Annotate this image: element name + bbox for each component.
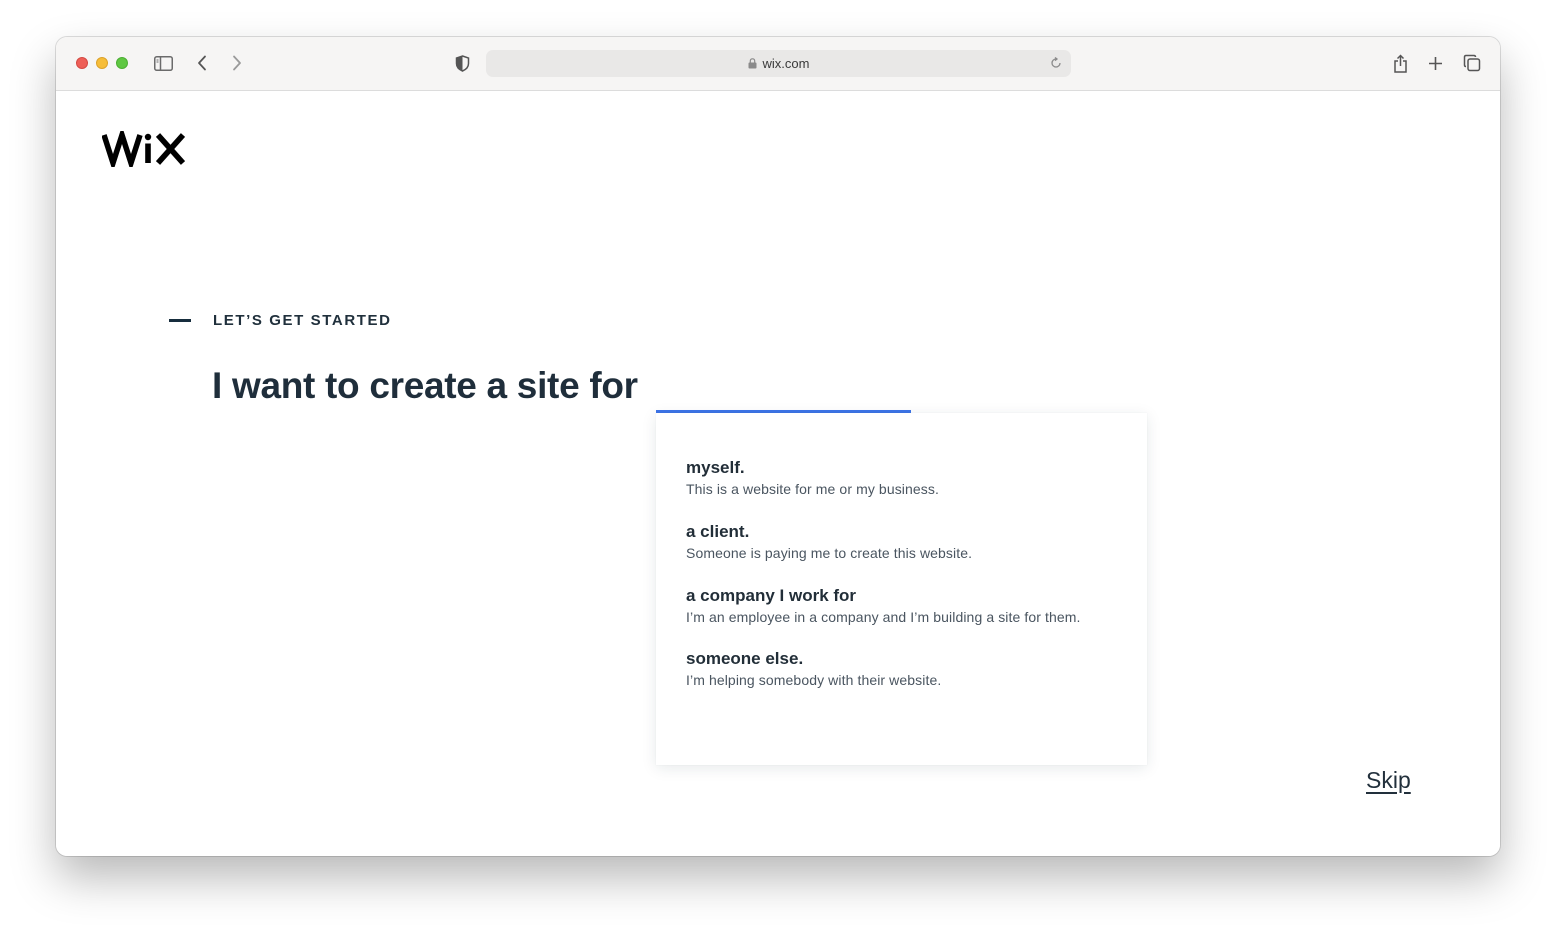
option-company[interactable]: a company I work for I’m an employee in … (686, 586, 1081, 626)
lock-icon (748, 58, 757, 69)
browser-toolbar: wix.com (56, 37, 1500, 91)
option-someone-else[interactable]: someone else. I’m helping somebody with … (686, 649, 941, 689)
option-description: Someone is paying me to create this webs… (686, 545, 973, 561)
tab-overview-icon[interactable] (1461, 52, 1483, 74)
option-description: I’m helping somebody with their website. (686, 672, 942, 688)
option-client[interactable]: a client. Someone is paying me to create… (686, 522, 972, 562)
privacy-shield-icon[interactable] (451, 52, 473, 74)
sidebar-toggle-icon[interactable] (152, 52, 174, 74)
page-title: I want to create a site for (212, 365, 638, 406)
url-text: wix.com (762, 56, 810, 71)
option-title: someone else. (686, 649, 804, 668)
wix-logo[interactable] (101, 126, 186, 172)
reload-icon[interactable] (1050, 57, 1062, 69)
option-title: myself. (686, 458, 745, 477)
new-tab-plus-icon[interactable] (1424, 52, 1446, 74)
option-title: a company I work for (686, 586, 857, 605)
option-title: a client. (686, 522, 750, 541)
back-arrow-icon[interactable] (191, 52, 213, 74)
eyebrow-label: LET’S GET STARTED (213, 312, 392, 329)
option-myself[interactable]: myself. This is a website for me or my b… (686, 458, 939, 498)
skip-link[interactable]: Skip (1366, 767, 1411, 794)
address-bar[interactable]: wix.com (486, 50, 1071, 77)
share-icon[interactable] (1389, 52, 1411, 74)
minimize-window-button[interactable] (96, 57, 108, 69)
close-window-button[interactable] (76, 57, 88, 69)
option-description: This is a website for me or my business. (686, 481, 939, 497)
browser-window: wix.com LET’S GET STARTED I want to crea… (56, 37, 1500, 856)
page-content: LET’S GET STARTED I want to create a sit… (56, 91, 1500, 856)
eyebrow-dash (169, 319, 191, 322)
forward-arrow-icon[interactable] (226, 52, 248, 74)
site-purpose-options: myself. This is a website for me or my b… (656, 413, 1147, 765)
option-description: I’m an employee in a company and I’m bui… (686, 609, 1081, 625)
maximize-window-button[interactable] (116, 57, 128, 69)
